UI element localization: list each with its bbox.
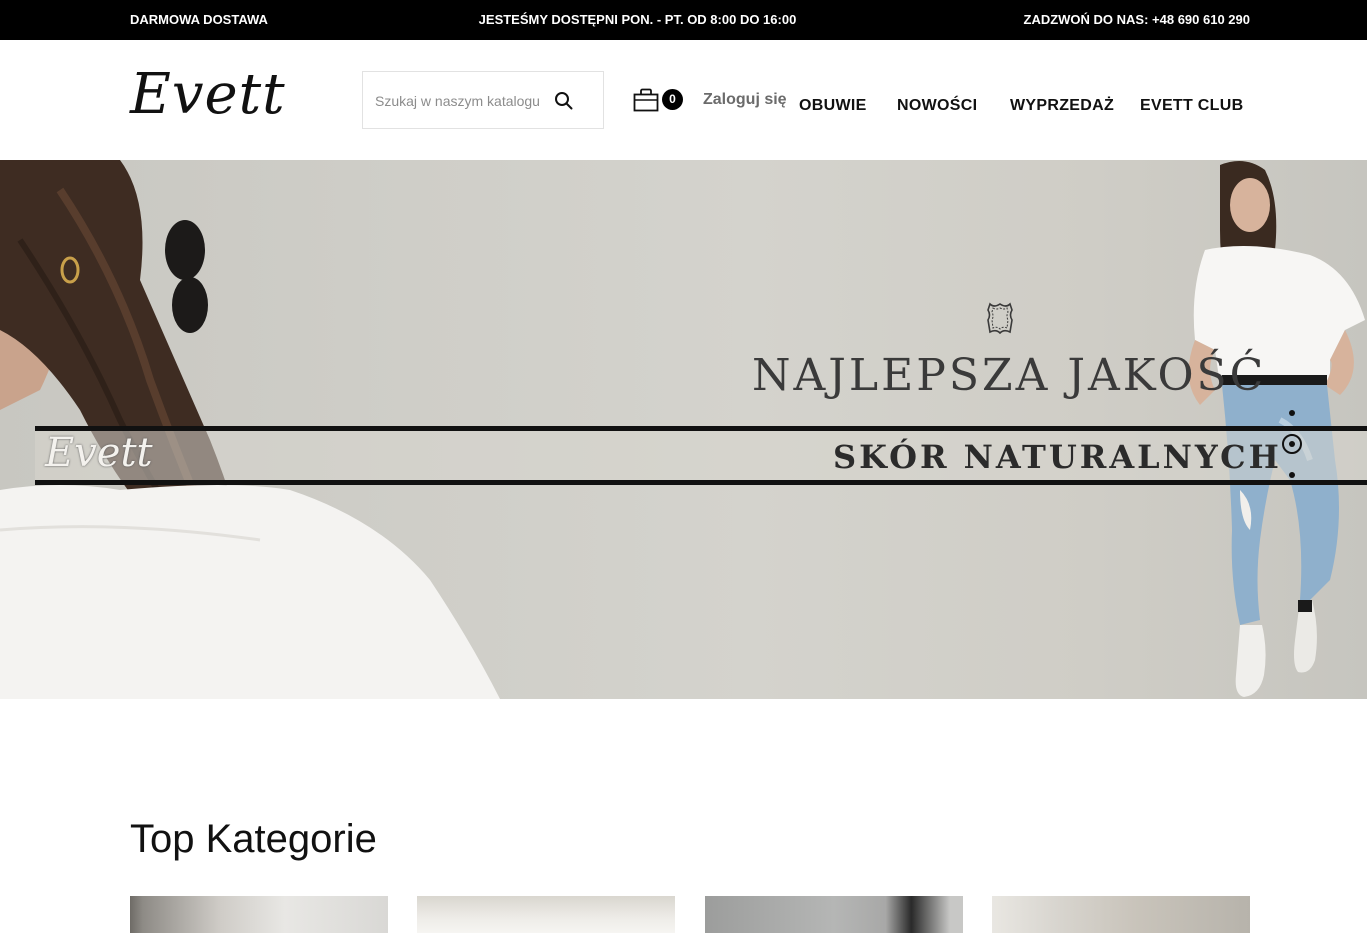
search-icon — [555, 92, 573, 110]
category-card-3[interactable] — [705, 896, 963, 933]
hero-band-bottom-line — [35, 480, 1367, 485]
phone-text[interactable]: ZADZWOŃ DO NAS: +48 690 610 290 — [1024, 12, 1251, 27]
nav-item-obuwie[interactable]: OBUWIE — [799, 97, 867, 115]
slider-dot-2-active[interactable] — [1282, 434, 1302, 454]
nav-item-evett-club[interactable]: EVETT CLUB — [1140, 97, 1243, 115]
cart-button[interactable]: 0 — [633, 88, 685, 112]
shopping-bag-icon — [633, 88, 659, 112]
site-logo[interactable]: Evett — [130, 62, 286, 127]
hero-banner[interactable]: NAJLEPSZA JAKOŚĆ SKÓR NATURALNYCH Evett — [0, 160, 1367, 699]
slider-dot-1[interactable] — [1289, 410, 1295, 416]
leather-icon — [987, 302, 1013, 335]
hero-logo: Evett — [45, 430, 153, 476]
section-title: Top Kategorie — [130, 817, 377, 861]
hero-headline: NAJLEPSZA JAKOŚĆ — [752, 350, 1267, 401]
category-card-2[interactable] — [417, 896, 675, 933]
search-box — [362, 71, 604, 129]
cart-count-badge: 0 — [662, 89, 683, 110]
slider-dot-3[interactable] — [1289, 472, 1295, 478]
nav-item-nowosci[interactable]: NOWOŚCI — [897, 97, 977, 115]
hero-subheadline: SKÓR NATURALNYCH — [833, 438, 1282, 476]
category-card-4[interactable] — [992, 896, 1250, 933]
slider-pagination — [1281, 400, 1303, 480]
hero-band-top-line — [35, 426, 1367, 431]
search-input[interactable] — [375, 90, 543, 112]
login-link[interactable]: Zaloguj się — [703, 91, 787, 109]
nav-item-wyprzedaz[interactable]: WYPRZEDAŻ — [1010, 97, 1114, 115]
site-header: Evett 0 Zaloguj się OBUWIE NOWOŚCI WYPRZ… — [0, 40, 1367, 160]
top-info-bar: DARMOWA DOSTAWA JESTEŚMY DOSTĘPNI PON. -… — [0, 0, 1367, 40]
category-card-1[interactable] — [130, 896, 388, 933]
search-button[interactable] — [553, 90, 575, 112]
